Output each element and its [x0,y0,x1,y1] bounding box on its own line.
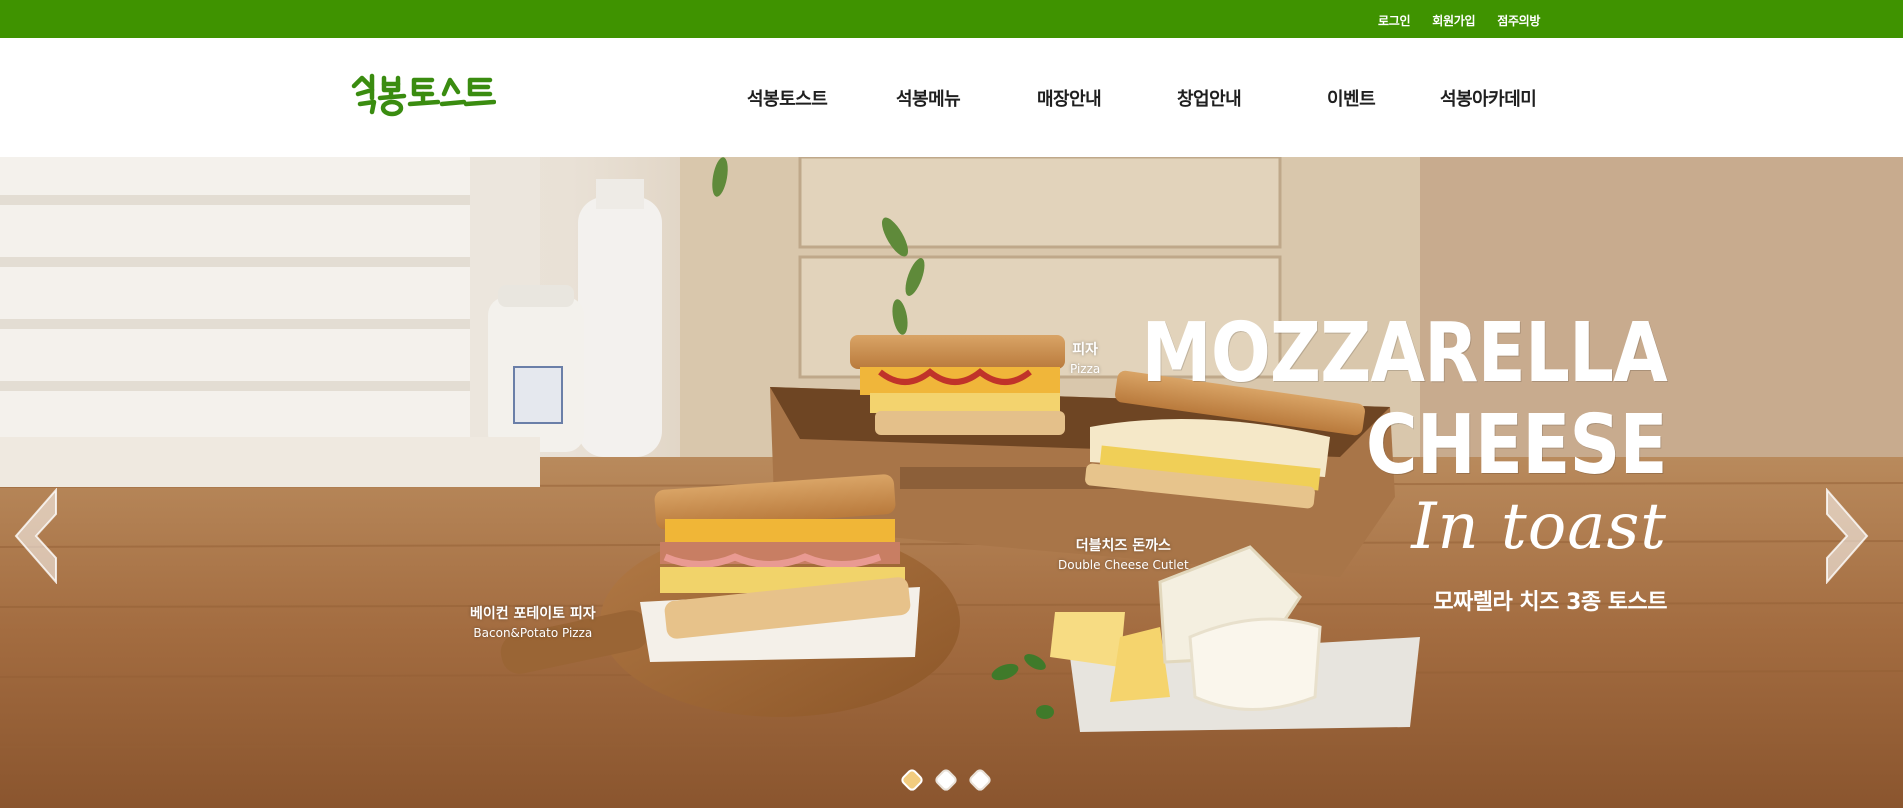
slider-prev-button[interactable] [12,487,58,585]
nav-item-stores[interactable]: 매장안내 [1037,85,1102,111]
hero-slider: 피자 Pizza 더블치즈 돈까스 Double Cheese Cutlet 베… [0,157,1903,808]
nav-item-franchise[interactable]: 창업안내 [1177,85,1242,111]
headline-line-2: CHEESE [1366,398,1668,493]
signup-link[interactable]: 회원가입 [1432,12,1475,29]
menu-name-ko: 베이컨 포테이토 피자 [470,606,596,622]
chevron-right-icon [1826,487,1869,585]
nav-item-brand[interactable]: 석봉토스트 [747,85,828,111]
slider-next-button[interactable] [1825,487,1871,585]
headline-line-1: MOZZARELLA [1141,306,1668,401]
nav-item-academy[interactable]: 석봉아카데미 [1440,85,1537,111]
slider-pagination [899,767,993,793]
nav-item-event[interactable]: 이벤트 [1327,85,1376,111]
hero-subtitle: 모짜렐라 치즈 3종 토스트 [1433,590,1667,615]
chevron-left-icon [14,487,57,585]
top-utility-bar: 로그인 회원가입 점주의방 [0,0,1903,38]
dot-active-icon [901,769,923,791]
login-link[interactable]: 로그인 [1378,12,1411,29]
hero-headline: MOZZARELLA CHEESE In toast [1056,306,1668,564]
site-header: 석봉토스트 석봉메뉴 매장안내 창업안내 이벤트 석봉아카데미 [0,38,1903,157]
menu-label-bacon-potato-pizza: 베이컨 포테이토 피자 Bacon&Potato Pizza [470,606,596,640]
headline-line-3: In toast [1411,490,1667,564]
menu-name-en: Double Cheese Cutlet [1058,557,1189,572]
nav-item-menu[interactable]: 석봉메뉴 [896,85,961,111]
menu-name-en: Bacon&Potato Pizza [473,625,593,640]
dot-icon [935,769,957,791]
slide-dot-3[interactable] [967,767,993,793]
main-nav: 석봉토스트 석봉메뉴 매장안내 창업안내 이벤트 석봉아카데미 [0,85,1903,111]
slide-dot-1[interactable] [899,767,925,793]
dot-icon [969,769,991,791]
owner-room-link[interactable]: 점주의방 [1497,12,1540,29]
slide-dot-2[interactable] [933,767,959,793]
utility-links: 로그인 회원가입 점주의방 [1378,12,1540,29]
